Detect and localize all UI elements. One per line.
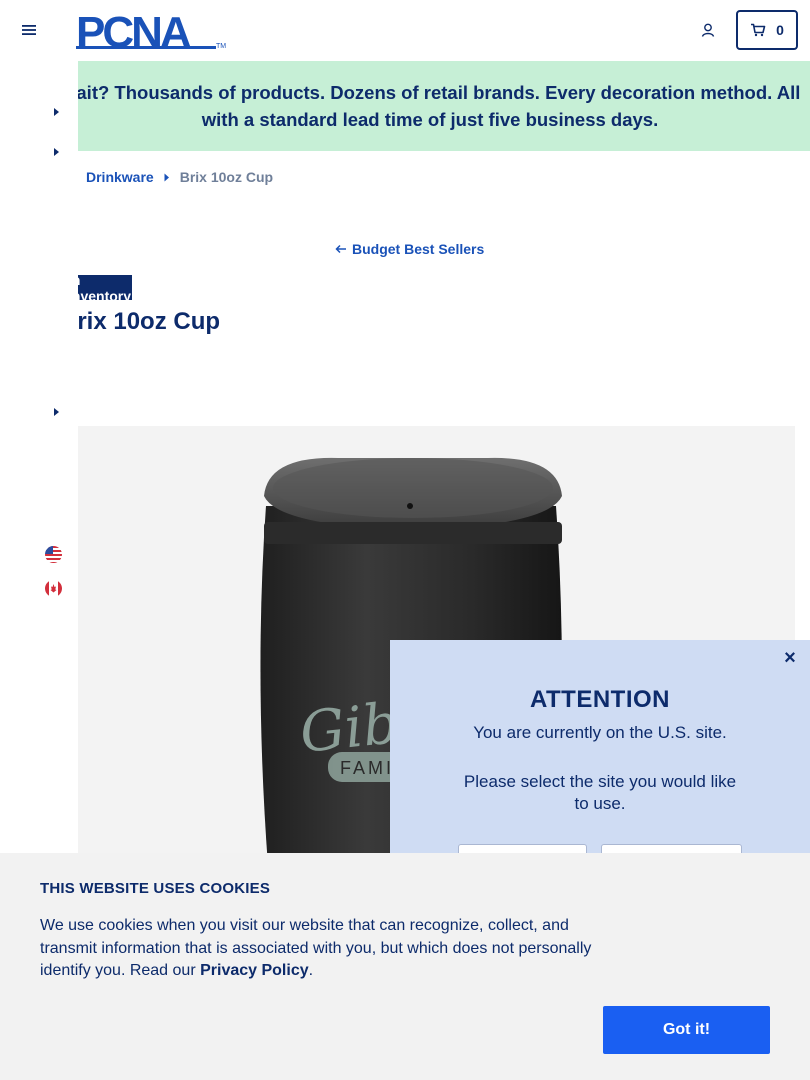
breadcrumb-link-drinkware[interactable]: Drinkware [86,169,154,185]
svg-text:FAMI: FAMI [340,758,394,778]
site-header: PCNA TM 0 [0,0,810,61]
back-link-label: Budget Best Sellers [352,241,485,257]
breadcrumb: Drinkware Brix 10oz Cup [86,169,273,185]
pcna-logo[interactable]: PCNA TM [76,8,226,57]
privacy-policy-link[interactable]: Privacy Policy [200,962,309,979]
svg-text:TM: TM [216,43,226,50]
rail-overlap [0,270,78,350]
modal-title: ATTENTION [529,686,671,713]
user-icon [701,23,715,37]
product-title: Brix 10oz Cup [60,308,221,335]
menu-icon [22,25,36,35]
back-to-collection-link[interactable]: Budget Best Sellers [335,241,484,257]
modal-close-button[interactable]: × [780,648,800,668]
hamburger-menu-button[interactable] [18,19,40,41]
caret-right-icon[interactable] [52,406,62,418]
breadcrumb-current: Brix 10oz Cup [179,169,274,185]
region-attention-modal: × ATTENTION You are currently on the U.S… [390,640,810,884]
cart-count: 0 [776,22,784,38]
promo-banner: Wait? Thousands of products. Dozens of r… [0,61,810,151]
caret-right-icon[interactable] [52,106,62,118]
cart-button[interactable]: 0 [736,10,798,50]
accept-cookies-button[interactable]: Got it! [603,1006,770,1054]
account-button[interactable] [697,19,719,41]
us-flag-icon[interactable] [45,546,62,563]
modal-current-site-text: You are currently on the U.S. site. [473,723,727,742]
cookie-description: We use cookies when you visit our websit… [40,915,605,983]
cookie-text: We use cookies when you visit our websit… [40,917,592,979]
caret-right-icon[interactable] [52,146,62,158]
caret-right-icon [164,173,169,181]
canada-flag-icon[interactable] [45,580,62,597]
cookie-consent-bar: THIS WEBSITE USES COOKIES We use cookies… [0,853,810,1080]
modal-select-site-text: Please select the site you would like to… [463,772,737,813]
cookie-text-end: . [308,962,314,979]
logo-text: PCNA [76,10,191,52]
cart-icon [751,23,766,37]
banner-text: Wait? Thousands of products. Dozens of r… [59,82,801,130]
cookie-title: THIS WEBSITE USES COOKIES [40,880,271,897]
arrow-left-icon [335,244,346,254]
